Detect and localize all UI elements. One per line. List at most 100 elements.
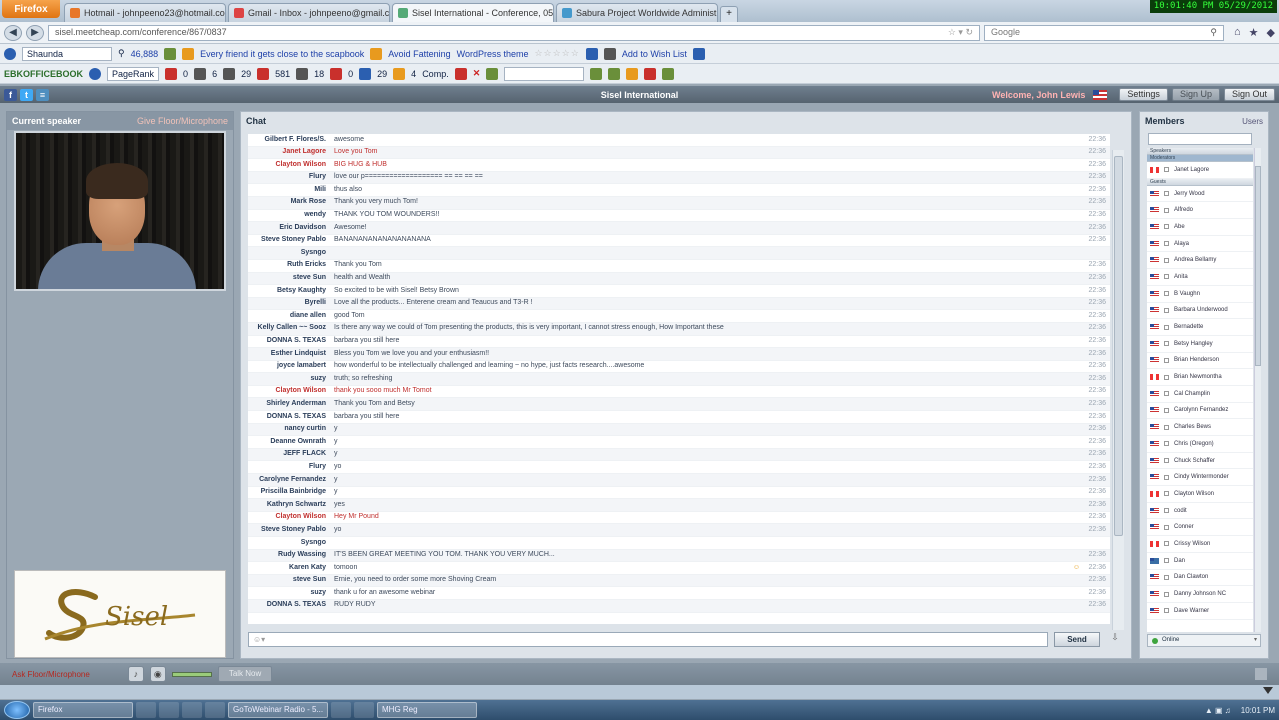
member-row[interactable]: Betsy Hangley [1147, 336, 1253, 353]
checkbox[interactable] [1164, 558, 1169, 564]
chat-author[interactable]: DONNA S. TEXAS [248, 599, 334, 612]
checkbox[interactable] [1164, 291, 1169, 297]
search-icon[interactable]: ⚲ [1210, 25, 1217, 40]
toolbar-link[interactable]: Add to Wish List [622, 49, 687, 59]
checkbox[interactable] [1164, 257, 1169, 263]
checkbox[interactable] [1164, 207, 1169, 213]
member-row[interactable]: Janet Lagore [1147, 162, 1253, 179]
chat-author[interactable]: steve Sun [248, 574, 334, 587]
toolbar-search-input[interactable]: Shaunda [22, 46, 112, 61]
chat-messages[interactable]: Gilbert F. Flores/S. awesome 22:36 Janet La… [248, 134, 1110, 624]
app-icon[interactable] [205, 702, 225, 718]
bookmark-star-icon[interactable]: ☆ ▾ ↻ [948, 25, 973, 40]
search-icon[interactable]: ⚲ [118, 48, 125, 59]
member-row[interactable]: Bernadette [1147, 319, 1253, 336]
checkbox[interactable] [1164, 574, 1169, 580]
member-row[interactable]: Charles Bews [1147, 419, 1253, 436]
checkbox[interactable] [1164, 407, 1169, 413]
toolbar-icon[interactable] [165, 67, 178, 80]
chat-input[interactable]: ☺▾ [248, 632, 1048, 647]
checkbox[interactable] [1164, 307, 1169, 313]
chat-author[interactable]: diane allen [248, 310, 334, 323]
toolbar-icon[interactable] [626, 67, 639, 80]
toolbar-link[interactable]: Avoid Fattening [388, 49, 450, 59]
toolbar-icon[interactable] [194, 67, 207, 80]
member-row[interactable]: Abe [1147, 219, 1253, 236]
chat-author[interactable]: suzy [248, 373, 334, 386]
chat-author[interactable]: Flury [248, 171, 334, 184]
chat-author[interactable]: Janet Lagore [248, 146, 334, 159]
member-row[interactable]: Clayton Wilson [1147, 486, 1253, 503]
url-bar[interactable]: sisel.meetcheap.com/conference/867/0837 ☆… [48, 24, 980, 41]
member-row[interactable]: Jerry Wood [1147, 186, 1253, 203]
link-icon[interactable] [164, 47, 177, 60]
member-row[interactable]: Cal Champlin [1147, 386, 1253, 403]
chat-author[interactable]: Sysngo [248, 537, 334, 550]
member-row[interactable]: B Vaughn [1147, 286, 1253, 303]
member-row[interactable]: codit [1147, 503, 1253, 520]
chat-author[interactable]: Shirley Anderman [248, 398, 334, 411]
talk-now-button[interactable]: Talk Now [217, 666, 273, 682]
checkbox[interactable] [1164, 541, 1169, 547]
checkbox[interactable] [1164, 474, 1169, 480]
toolbar-input[interactable] [504, 66, 585, 81]
toolbar-icon[interactable] [644, 67, 657, 80]
checkbox[interactable] [1164, 357, 1169, 363]
member-row[interactable]: Barbara Underwood [1147, 303, 1253, 320]
member-row[interactable]: Andrea Bellamy [1147, 252, 1253, 270]
start-button[interactable] [4, 701, 30, 719]
chat-author[interactable]: Mark Rose [248, 196, 334, 209]
browser-tab[interactable]: Gmail - Inbox - johnpeeno@gmail.com× [228, 3, 390, 22]
checkbox[interactable] [1164, 591, 1169, 597]
settings-icon[interactable] [590, 67, 603, 80]
media-icon[interactable] [159, 702, 179, 718]
attach-icon[interactable]: ⇩ [1108, 632, 1122, 647]
chat-author[interactable]: Gilbert F. Flores/S. [248, 134, 334, 146]
tray-icons[interactable]: ▲ ▣ ♫ [1205, 706, 1231, 715]
checkbox[interactable] [1164, 508, 1169, 514]
bookmark-icon[interactable] [182, 47, 195, 60]
status-select[interactable]: Online ▾ [1147, 634, 1261, 647]
chat-author[interactable]: Clayton Wilson [248, 511, 334, 524]
toolbar-icon[interactable] [223, 67, 236, 80]
chat-author[interactable]: Sysngo [248, 247, 334, 260]
member-row[interactable]: Conner [1147, 519, 1253, 537]
firefox-menu-button[interactable]: Firefox [2, 0, 60, 18]
tools-icon[interactable] [603, 47, 616, 60]
toolbar-menu[interactable]: Comp. [422, 69, 449, 79]
toolbar-icon[interactable] [486, 67, 499, 80]
chat-author[interactable]: Carolyne Fernandez [248, 474, 334, 487]
rating-stars[interactable]: ☆☆☆☆☆ [534, 48, 579, 59]
chat-author[interactable]: joyce lamabert [248, 360, 334, 373]
chat-author[interactable]: DONNA S. TEXAS [248, 411, 334, 424]
ask-floor-link[interactable]: Ask Floor/Microphone [12, 670, 90, 679]
checkbox[interactable] [1164, 274, 1169, 280]
browser-tab[interactable]: Hotmail - johnpeeno23@hotmail.com× [64, 3, 226, 22]
chat-author[interactable]: Clayton Wilson [248, 385, 334, 398]
microphone-icon[interactable]: ♪ [127, 666, 144, 682]
checkbox[interactable] [1164, 374, 1169, 380]
chat-author[interactable]: Mili [248, 184, 334, 197]
checkbox[interactable] [1164, 324, 1169, 330]
member-row[interactable]: Alfredo [1147, 202, 1253, 220]
sign-out-button[interactable]: Sign Out [1223, 88, 1275, 101]
scroll-thumb[interactable] [1255, 166, 1261, 366]
checkbox[interactable] [1164, 491, 1169, 497]
chat-author[interactable]: suzy [248, 587, 334, 600]
chat-author[interactable]: Steve Stoney Pablo [248, 234, 334, 247]
toolbar-icon[interactable] [454, 67, 467, 80]
member-row[interactable]: Brian Newmontha [1147, 369, 1253, 386]
chat-author[interactable]: Ruth Ericks [248, 259, 334, 272]
folder-icon[interactable] [136, 702, 156, 718]
chat-author[interactable]: Clayton Wilson [248, 159, 334, 172]
bookmarks-icon[interactable]: ★ [1249, 26, 1259, 39]
chat-author[interactable]: DONNA S. TEXAS [248, 335, 334, 348]
chat-author[interactable]: JEFF FLACK [248, 448, 334, 461]
checkbox[interactable] [1164, 524, 1169, 530]
checkbox[interactable] [1164, 441, 1169, 447]
lock-icon[interactable] [692, 47, 705, 60]
addon-icon[interactable]: ◆ [1267, 26, 1275, 39]
close-icon[interactable]: ✕ [473, 68, 481, 79]
checkbox[interactable] [1164, 191, 1169, 197]
bulb-icon[interactable] [370, 47, 383, 60]
